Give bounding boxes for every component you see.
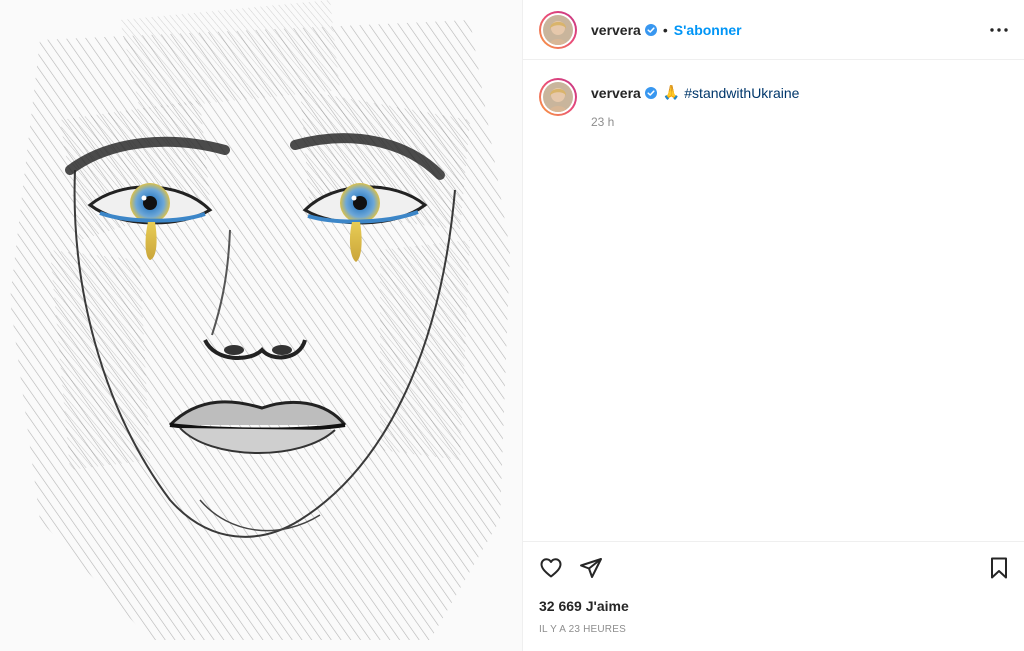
caption-avatar[interactable]: [539, 78, 577, 116]
post-actions-section: 32 669 J'aime IL Y A 23 HEURES: [523, 541, 1024, 651]
post-details-panel: ververa • S'abonner ververa 🙏 #standwith…: [522, 0, 1024, 651]
pencil-face-drawing: [0, 0, 522, 651]
avatar[interactable]: [539, 10, 577, 49]
post-image[interactable]: [0, 0, 522, 651]
caption-line: ververa 🙏 #standwithUkraine: [591, 84, 799, 101]
caption-time: 23 h: [591, 115, 615, 129]
action-bar: [539, 556, 619, 580]
likes-count[interactable]: 32 669 J'aime: [539, 598, 629, 614]
paper-plane-icon[interactable]: [579, 556, 603, 580]
caption-username[interactable]: ververa: [591, 85, 641, 101]
more-options-icon[interactable]: [989, 20, 1009, 40]
profile-photo: [543, 14, 573, 45]
caption-comment: ververa 🙏 #standwithUkraine 23 h: [539, 78, 1008, 129]
caption-body: ververa 🙏 #standwithUkraine 23 h: [591, 78, 799, 129]
follow-button[interactable]: S'abonner: [674, 22, 742, 38]
post-timestamp: IL Y A 23 HEURES: [539, 624, 626, 635]
separator-dot: •: [662, 21, 668, 38]
bookmark-icon[interactable]: [987, 556, 1011, 580]
hashtag-link[interactable]: #standwithUkraine: [684, 85, 799, 101]
verified-badge-icon: [644, 23, 657, 36]
username[interactable]: ververa: [591, 22, 641, 38]
instagram-post: ververa • S'abonner ververa 🙏 #standwith…: [0, 0, 1024, 651]
verified-badge-icon: [644, 86, 657, 99]
heart-icon[interactable]: [539, 556, 563, 580]
post-header: ververa • S'abonner: [523, 0, 1024, 60]
profile-photo: [543, 82, 573, 112]
praying-hands-emoji: 🙏: [662, 84, 681, 100]
